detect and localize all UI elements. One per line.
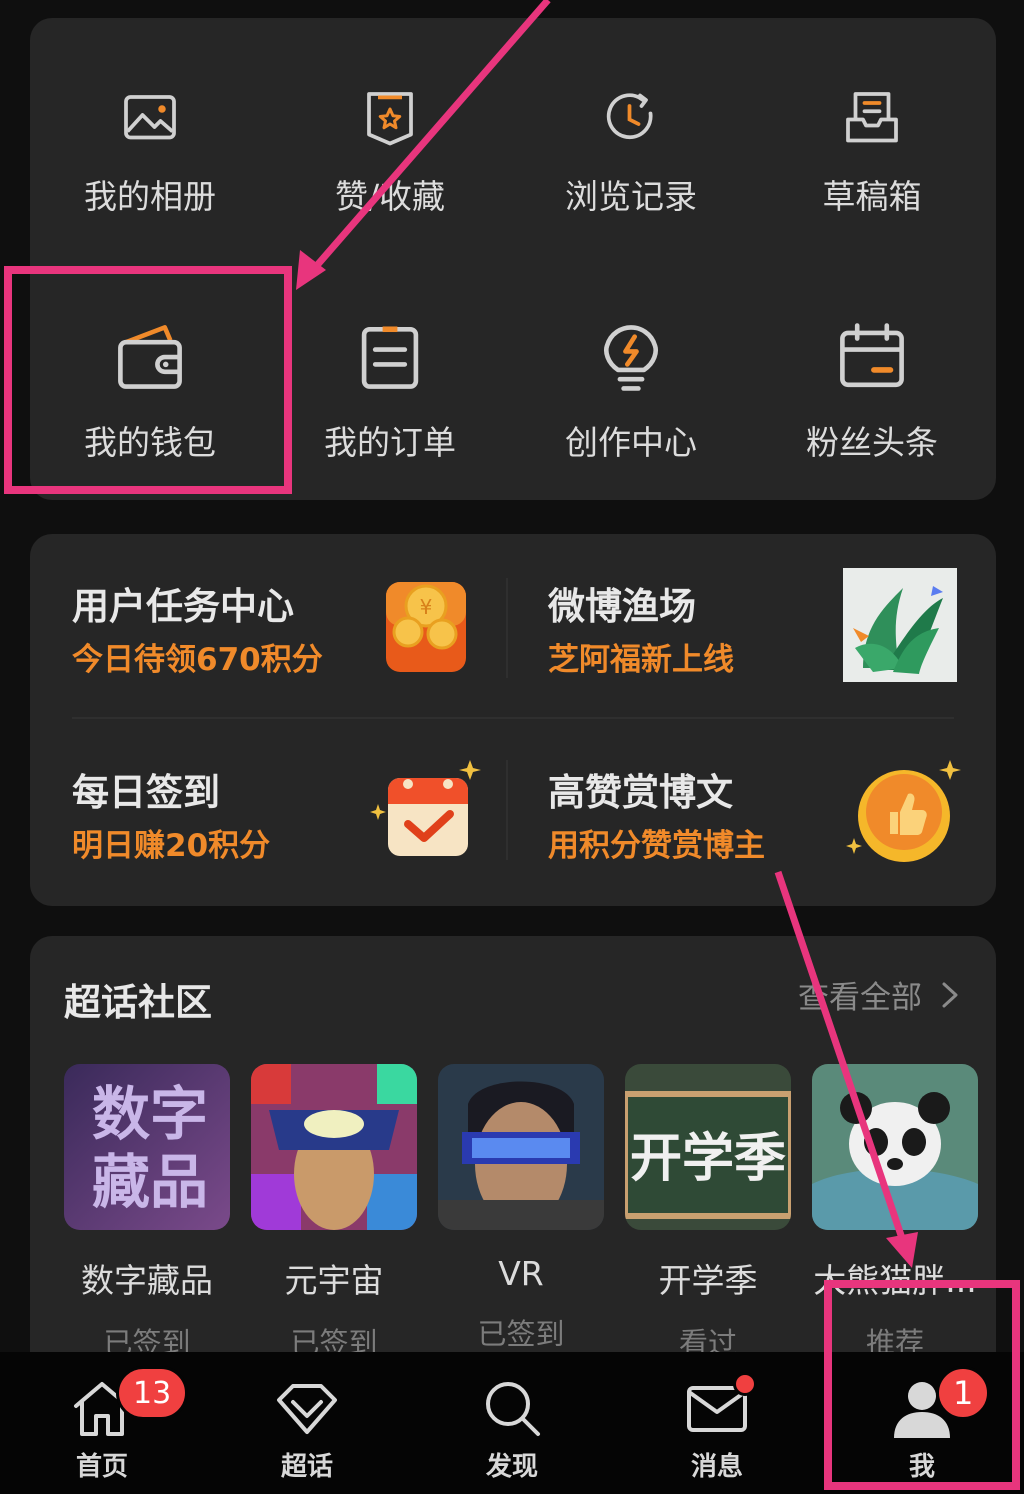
history-clock-icon — [606, 93, 653, 140]
task-user-center[interactable]: 用户任务中心 今日待领670积分 ¥ — [30, 534, 500, 714]
task-title: 每日签到 — [72, 771, 220, 814]
topic-vr[interactable]: VR 已签到 — [438, 1064, 604, 1364]
tool-orders[interactable]: 我的订单 — [270, 264, 510, 464]
topic-thumbnail — [438, 1064, 604, 1230]
task-title: 高赞赏博文 — [548, 771, 733, 814]
task-weibo-fishery[interactable]: 微博渔场 芝阿福新上线 — [506, 534, 976, 714]
tool-history[interactable]: 浏览记录 — [511, 18, 751, 218]
topic-status: 已签到 — [477, 1317, 565, 1351]
tasks-card: 用户任务中心 今日待领670积分 ¥ 微博渔场 芝阿福新上线 每日签到 明日赚2… — [30, 534, 996, 906]
svg-text:开学季: 开学季 — [630, 1129, 786, 1189]
topic-thumbnail — [251, 1064, 417, 1230]
nav-messages[interactable]: 消息 — [615, 1352, 819, 1494]
creator-bulb-icon — [604, 325, 658, 391]
topic-thumbnail — [812, 1064, 978, 1230]
diamond-icon — [277, 1384, 337, 1434]
nav-supertopic[interactable]: 超话 — [205, 1352, 409, 1494]
topic-name: 开学季 — [658, 1261, 758, 1300]
tool-favorites[interactable]: 赞/收藏 — [270, 18, 510, 218]
task-daily-checkin[interactable]: 每日签到 明日赚20积分 — [30, 720, 500, 900]
photo-album-icon — [124, 95, 176, 140]
task-subtitle: 芝阿福新上线 — [548, 642, 734, 678]
tool-label: 我的相册 — [84, 177, 216, 216]
thumbs-up-coin-icon — [846, 760, 961, 862]
calendar-icon — [840, 323, 904, 388]
orders-list-icon — [361, 326, 419, 389]
svg-text:数字: 数字 — [92, 1080, 208, 1148]
search-icon — [486, 1382, 540, 1436]
highlight-box-wallet — [4, 266, 292, 494]
topic-name: VR — [498, 1254, 544, 1293]
drafts-tray-icon — [846, 92, 898, 143]
topic-metaverse[interactable]: 元宇宙 已签到 — [251, 1064, 417, 1364]
topic-thumbnail: 数字 藏品 — [64, 1064, 230, 1230]
tool-label: 创作中心 — [565, 423, 697, 462]
nav-home[interactable]: 首页 13 — [0, 1352, 204, 1494]
tool-label: 赞/收藏 — [334, 177, 446, 216]
task-high-reward-posts[interactable]: 高赞赏博文 用积分赞赏博主 — [506, 720, 976, 900]
section-title: 超话社区 — [64, 981, 212, 1024]
coin-wallet-icon: ¥ — [386, 582, 466, 672]
topic-back-to-school[interactable]: 开学季 开学季 看过 — [625, 1064, 791, 1364]
svg-text:¥: ¥ — [420, 595, 433, 619]
tool-fans-headline[interactable]: 粉丝头条 — [752, 264, 992, 464]
unread-dot — [733, 1372, 757, 1396]
tool-creator-center[interactable]: 创作中心 — [511, 264, 751, 464]
task-subtitle: 明日赚20积分 — [72, 828, 271, 864]
chevron-right-icon — [942, 982, 958, 1007]
topic-digital-collectibles[interactable]: 数字 藏品 数字藏品 已签到 — [64, 1064, 230, 1364]
tool-drafts[interactable]: 草稿箱 — [752, 18, 992, 218]
view-all-link[interactable]: 查看全部 — [798, 972, 960, 1017]
svg-text:藏品: 藏品 — [92, 1148, 208, 1216]
profile-screen: 我的相册 赞/收藏 浏览记录 草稿箱 我的钱包 我的订单 创作中心 粉丝头条 用… — [0, 0, 1024, 1494]
nav-label: 发现 — [485, 1452, 538, 1482]
task-title: 微博渔场 — [548, 585, 696, 628]
nav-label: 首页 — [75, 1452, 128, 1482]
tool-label: 我的订单 — [324, 423, 456, 462]
checkin-calendar-icon — [370, 760, 481, 856]
tool-label: 浏览记录 — [565, 177, 697, 216]
unread-badge: 13 — [116, 1366, 189, 1420]
divider — [72, 717, 954, 719]
task-subtitle: 今日待领670积分 — [72, 642, 323, 678]
task-title: 用户任务中心 — [72, 585, 294, 628]
nav-label: 消息 — [690, 1452, 743, 1482]
nav-label: 超话 — [280, 1452, 333, 1482]
nav-discover[interactable]: 发现 — [410, 1352, 614, 1494]
tool-label: 草稿箱 — [822, 177, 922, 216]
topic-name: 元宇宙 — [284, 1261, 384, 1300]
topic-thumbnail: 开学季 — [625, 1064, 791, 1230]
favorites-icon — [367, 92, 413, 146]
topic-name: 数字藏品 — [81, 1261, 213, 1300]
tool-label: 粉丝头条 — [806, 423, 938, 462]
highlight-box-me — [824, 1280, 1020, 1490]
task-subtitle: 用积分赞赏博主 — [548, 828, 765, 864]
view-all-label: 查看全部 — [798, 980, 922, 1016]
tool-photo-album[interactable]: 我的相册 — [30, 18, 270, 218]
plant-icon — [843, 568, 957, 682]
